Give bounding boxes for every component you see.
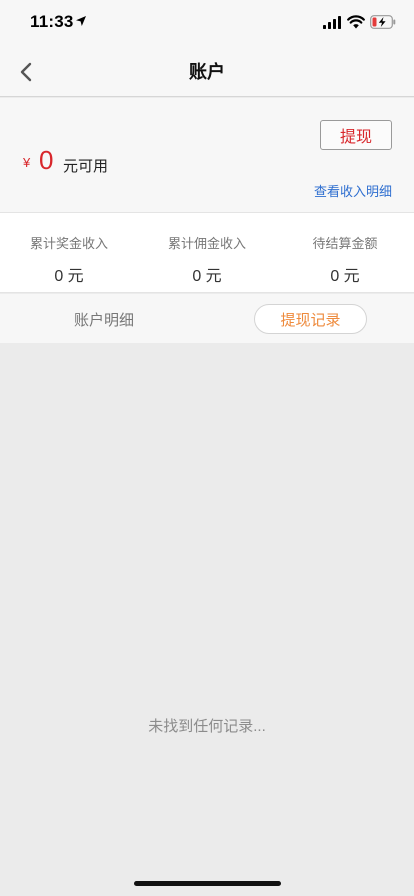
currency-symbol: ¥ xyxy=(23,155,31,170)
chevron-left-icon xyxy=(20,62,32,82)
cellular-signal-icon xyxy=(323,16,341,29)
tab-bar: 账户明细 提现记录 xyxy=(0,294,414,343)
page-title: 账户 xyxy=(189,62,225,82)
home-indicator[interactable] xyxy=(134,881,281,886)
stat-cumulative-bonus: 累计奖金收入 0 元 xyxy=(0,213,138,292)
battery-low-charging-icon xyxy=(370,15,396,29)
tab-account-details[interactable]: 账户明细 xyxy=(44,304,164,334)
stat-label: 待结算金额 xyxy=(312,236,378,251)
empty-state-message: 未找到任何记录... xyxy=(148,718,266,735)
tab-withdrawal-records[interactable]: 提现记录 xyxy=(254,304,367,334)
stat-value: 0 元 xyxy=(330,268,360,285)
stat-label: 累计奖金收入 xyxy=(29,236,108,251)
stat-label: 累计佣金收入 xyxy=(167,236,246,251)
balance-section: 提现 ¥ 0 元可用 查看收入明细 xyxy=(0,98,414,213)
status-time: 11:33 xyxy=(30,12,74,31)
view-income-details-link[interactable]: 查看收入明细 xyxy=(314,181,392,200)
stat-value: 0 元 xyxy=(192,268,222,285)
navigation-bar: 账户 xyxy=(0,48,414,97)
records-list: 未找到任何记录... xyxy=(0,343,414,896)
status-bar: 11:33 xyxy=(0,0,414,48)
stat-pending-settlement: 待结算金额 0 元 xyxy=(276,213,414,292)
available-balance-label: 元可用 xyxy=(63,158,109,175)
stat-cumulative-commission: 累计佣金收入 0 元 xyxy=(138,213,276,292)
wifi-icon xyxy=(347,15,365,29)
stat-value: 0 元 xyxy=(54,268,84,285)
income-stats: 累计奖金收入 0 元 累计佣金收入 0 元 待结算金额 0 元 xyxy=(0,213,414,293)
withdraw-button[interactable]: 提现 xyxy=(320,120,392,150)
location-arrow-icon xyxy=(76,16,86,26)
available-balance-amount: 0 xyxy=(39,145,54,175)
back-button[interactable] xyxy=(10,56,42,88)
